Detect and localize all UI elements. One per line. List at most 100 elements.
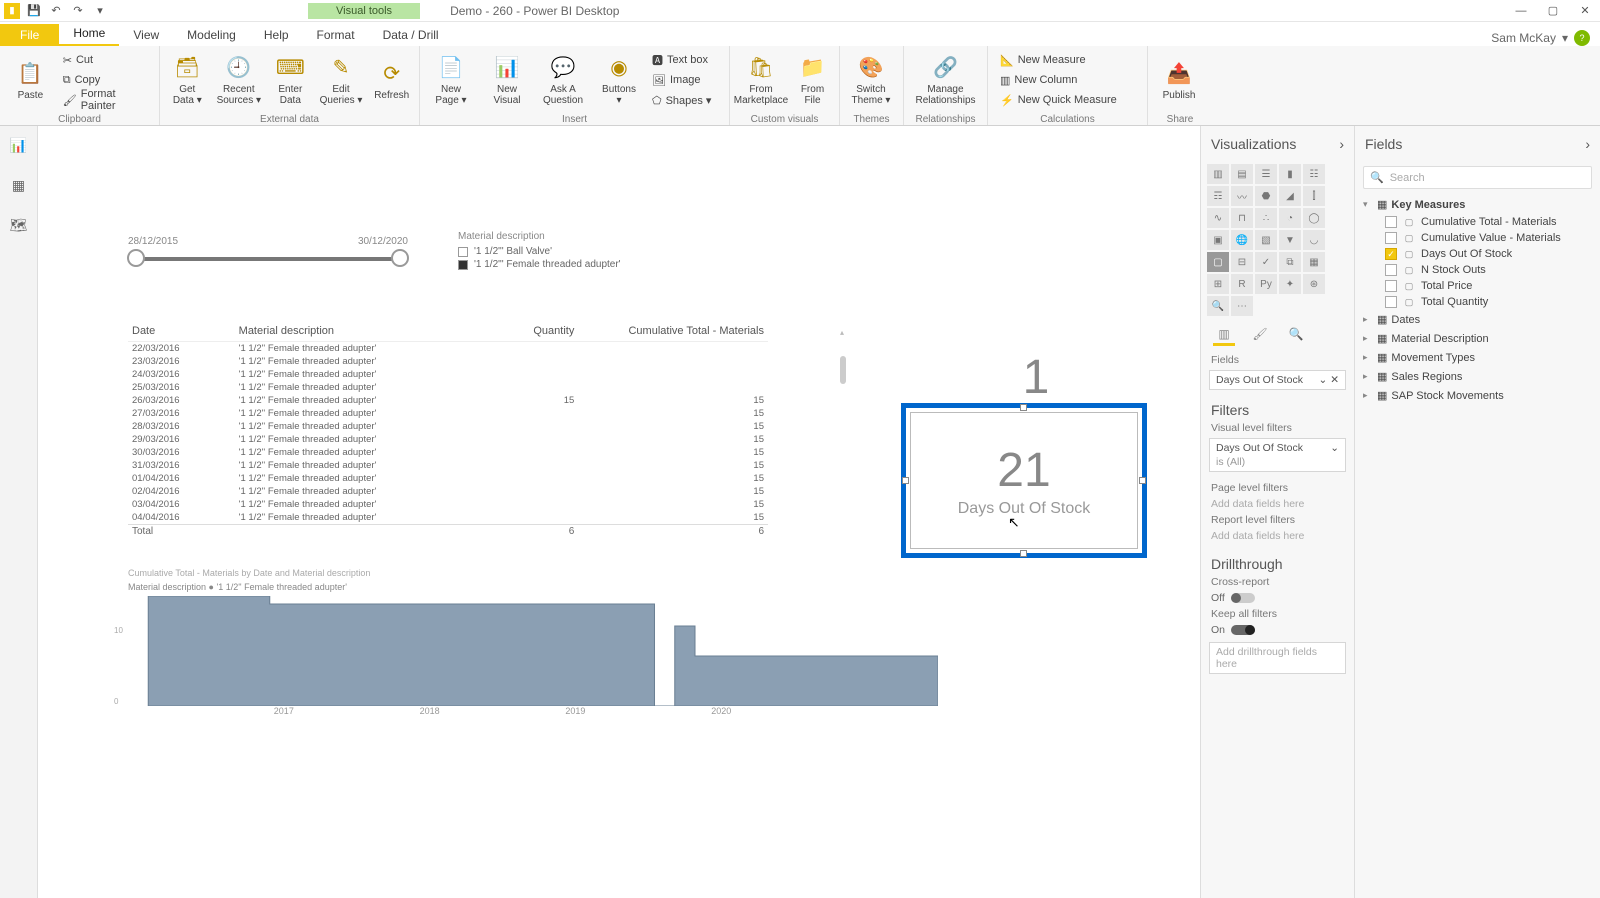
- ask-question-button[interactable]: 💬Ask A Question: [540, 50, 586, 110]
- tab-data-drill[interactable]: Data / Drill: [369, 24, 453, 46]
- close-button[interactable]: ✕: [1570, 0, 1600, 22]
- manage-relationships-button[interactable]: 🔗Manage Relationships: [912, 50, 979, 110]
- table-key-measures[interactable]: ▾▦Key Measures: [1363, 195, 1592, 214]
- tab-modeling[interactable]: Modeling: [173, 24, 250, 46]
- scrollbar-thumb[interactable]: [840, 356, 846, 384]
- field-n-stock-outs[interactable]: ▢N Stock Outs: [1363, 262, 1592, 278]
- data-table[interactable]: Date Material description Quantity Cumul…: [128, 321, 768, 538]
- vlf-card[interactable]: Days Out Of Stock⌄ is (All): [1209, 438, 1346, 472]
- table-row[interactable]: 27/03/2016'1 1/2'' Female threaded adupt…: [128, 407, 768, 420]
- viz-line-col[interactable]: ⫿: [1303, 186, 1325, 206]
- table-row[interactable]: 02/04/2016'1 1/2'' Female threaded adupt…: [128, 485, 768, 498]
- new-column-button[interactable]: ▥New Column: [1000, 71, 1117, 89]
- slider-handle-right[interactable]: [391, 249, 409, 267]
- cross-report-toggle[interactable]: Off: [1201, 590, 1354, 606]
- checkbox[interactable]: [1385, 216, 1397, 228]
- viz-r[interactable]: R: [1231, 274, 1253, 294]
- viz-stacked-area[interactable]: ◢: [1279, 186, 1301, 206]
- viz-slicer[interactable]: ⧉: [1279, 252, 1301, 272]
- field-well-item[interactable]: Days Out Of Stock ⌄ ✕: [1209, 370, 1346, 390]
- new-measure-button[interactable]: 📐New Measure: [1000, 51, 1117, 69]
- table-row[interactable]: 03/04/2016'1 1/2'' Female threaded adupt…: [128, 498, 768, 511]
- qat-dropdown-icon[interactable]: ▾: [92, 3, 108, 19]
- shapes-button[interactable]: ⬠Shapes ▾: [652, 91, 711, 109]
- keep-filters-toggle[interactable]: On: [1201, 622, 1354, 638]
- field-cum-total-materials[interactable]: ▢Cumulative Total - Materials: [1363, 214, 1592, 230]
- col-date[interactable]: Date: [128, 321, 235, 342]
- image-button[interactable]: 🖼Image: [652, 71, 711, 89]
- table-row[interactable]: 31/03/2016'1 1/2'' Female threaded adupt…: [128, 459, 768, 472]
- data-view-button[interactable]: ▦: [8, 174, 30, 196]
- tab-file[interactable]: File: [0, 24, 59, 46]
- field-total-price[interactable]: ▢Total Price: [1363, 278, 1592, 294]
- viz-gauge[interactable]: ◡: [1303, 230, 1325, 250]
- resize-handle[interactable]: [902, 477, 909, 484]
- viz-line[interactable]: 〰: [1231, 186, 1253, 206]
- model-view-button[interactable]: 🗺: [8, 214, 30, 236]
- viz-treemap[interactable]: ▣: [1207, 230, 1229, 250]
- drill-drop[interactable]: Add drillthrough fields here: [1209, 642, 1346, 674]
- table-row[interactable]: 24/03/2016'1 1/2'' Female threaded adupt…: [128, 368, 768, 381]
- viz-table[interactable]: ▦: [1303, 252, 1325, 272]
- refresh-button[interactable]: ⟳Refresh: [372, 50, 411, 110]
- edit-queries-button[interactable]: ✎Edit Queries ▾: [320, 50, 363, 110]
- plf-drop[interactable]: Add data fields here: [1201, 496, 1354, 512]
- buttons-button[interactable]: ◉Buttons ▾: [596, 50, 642, 110]
- col-quantity[interactable]: Quantity: [484, 321, 579, 342]
- checkbox[interactable]: [1385, 280, 1397, 292]
- viz-100-col[interactable]: ☶: [1207, 186, 1229, 206]
- viz-kpi[interactable]: ✓: [1255, 252, 1277, 272]
- paste-button[interactable]: 📋Paste: [8, 50, 53, 110]
- tab-help[interactable]: Help: [250, 24, 303, 46]
- table-row[interactable]: 25/03/2016'1 1/2'' Female threaded adupt…: [128, 381, 768, 394]
- viz-map[interactable]: 🌐: [1231, 230, 1253, 250]
- slider-track[interactable]: [136, 257, 400, 261]
- fields-tab[interactable]: ▥: [1213, 324, 1235, 346]
- viz-matrix[interactable]: ⊞: [1207, 274, 1229, 294]
- viz-more[interactable]: ⋯: [1231, 296, 1253, 316]
- tab-view[interactable]: View: [119, 24, 173, 46]
- table-sales-regions[interactable]: ▸▦Sales Regions: [1363, 367, 1592, 386]
- viz-100-bar[interactable]: ☷: [1303, 164, 1325, 184]
- viz-pane-header[interactable]: Visualizations›: [1201, 126, 1354, 162]
- report-canvas[interactable]: 28/12/2015 30/12/2020 Material descripti…: [38, 126, 1200, 898]
- from-marketplace-button[interactable]: 🛍From Marketplace: [738, 50, 784, 110]
- viz-multi-card[interactable]: ⊟: [1231, 252, 1253, 272]
- checkbox[interactable]: [1385, 264, 1397, 276]
- new-page-button[interactable]: 📄New Page ▾: [428, 50, 474, 110]
- field-cum-value-materials[interactable]: ▢Cumulative Value - Materials: [1363, 230, 1592, 246]
- table-row[interactable]: 22/03/2016'1 1/2'' Female threaded adupt…: [128, 342, 768, 356]
- from-file-button[interactable]: 📁From File: [794, 50, 831, 110]
- account-name[interactable]: Sam McKay ▾ ?: [1491, 30, 1600, 46]
- resize-handle[interactable]: [1020, 550, 1027, 557]
- table-dates[interactable]: ▸▦Dates: [1363, 310, 1592, 329]
- viz-clustered-col[interactable]: ▮: [1279, 164, 1301, 184]
- checkbox[interactable]: ✓: [1385, 248, 1397, 260]
- viz-filled-map[interactable]: ▧: [1255, 230, 1277, 250]
- rlf-drop[interactable]: Add data fields here: [1201, 528, 1354, 544]
- viz-card[interactable]: ▢: [1207, 252, 1229, 272]
- table-row[interactable]: 30/03/2016'1 1/2'' Female threaded adupt…: [128, 446, 768, 459]
- date-slicer[interactable]: 28/12/2015 30/12/2020: [128, 236, 408, 271]
- publish-button[interactable]: 📤Publish: [1156, 50, 1202, 110]
- viz-pie[interactable]: ◔: [1279, 208, 1301, 228]
- save-icon[interactable]: 💾: [26, 3, 42, 19]
- table-sap-stock-movements[interactable]: ▸▦SAP Stock Movements: [1363, 386, 1592, 405]
- viz-donut[interactable]: ◯: [1303, 208, 1325, 228]
- format-tab[interactable]: 🖌: [1249, 324, 1271, 346]
- resize-handle[interactable]: [1139, 477, 1146, 484]
- table-row[interactable]: 29/03/2016'1 1/2'' Female threaded adupt…: [128, 433, 768, 446]
- table-row[interactable]: 28/03/2016'1 1/2'' Female threaded adupt…: [128, 420, 768, 433]
- table-row[interactable]: 26/03/2016'1 1/2'' Female threaded adupt…: [128, 394, 768, 407]
- viz-waterfall[interactable]: ⊓: [1231, 208, 1253, 228]
- switch-theme-button[interactable]: 🎨Switch Theme ▾: [848, 50, 894, 110]
- viz-area[interactable]: ⬣: [1255, 186, 1277, 206]
- table-material-description[interactable]: ▸▦Material Description: [1363, 329, 1592, 348]
- copy-button[interactable]: ⧉Copy: [63, 71, 151, 89]
- card-days-out-of-stock[interactable]: 21 Days Out Of Stock ↖: [901, 403, 1147, 558]
- report-view-button[interactable]: 📊: [8, 134, 30, 156]
- maximize-button[interactable]: ▢: [1538, 0, 1568, 22]
- visual-tools-tab[interactable]: Visual tools: [308, 3, 420, 19]
- viz-stacked-col[interactable]: ▤: [1231, 164, 1253, 184]
- viz-qna[interactable]: 🔍: [1207, 296, 1229, 316]
